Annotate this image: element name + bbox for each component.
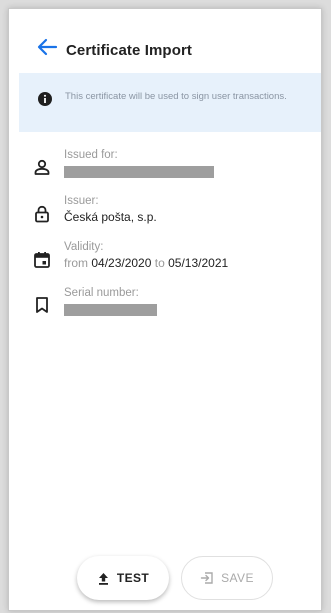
page-title: Certificate Import <box>66 42 192 59</box>
issuer-field: Issuer: Česká pošta, s.p. <box>9 195 323 235</box>
issuer-label: Issuer: <box>64 195 99 207</box>
info-icon <box>38 92 52 106</box>
serial-number-label: Serial number: <box>64 287 139 299</box>
validity-value: from 04/23/2020 to 05/13/2021 <box>64 256 228 270</box>
validity-label: Validity: <box>64 241 104 253</box>
validity-to-word: to <box>154 256 165 270</box>
serial-number-redacted-value <box>64 304 157 316</box>
calendar-icon <box>34 252 50 268</box>
info-text: This certificate will be used to sign us… <box>65 91 287 102</box>
person-icon <box>34 159 50 175</box>
app-bar: Certificate Import <box>9 9 323 69</box>
info-banner: This certificate will be used to sign us… <box>19 73 321 132</box>
upload-icon <box>98 572 108 585</box>
serial-number-field: Serial number: <box>9 287 323 327</box>
issued-for-label: Issued for: <box>64 149 118 161</box>
lock-icon <box>35 205 49 223</box>
test-button[interactable]: TEST <box>77 556 169 600</box>
login-icon <box>200 572 213 584</box>
validity-to-date: 05/13/2021 <box>168 256 229 270</box>
issuer-value: Česká pošta, s.p. <box>64 210 157 224</box>
app-screen: Certificate Import This certificate will… <box>8 8 322 611</box>
save-button-label: SAVE <box>221 571 254 585</box>
save-button[interactable]: SAVE <box>181 556 273 600</box>
validity-from-word: from <box>64 256 88 270</box>
issued-for-redacted-value <box>64 166 214 178</box>
validity-from-date: 04/23/2020 <box>91 256 152 270</box>
issued-for-field: Issued for: <box>9 149 323 189</box>
arrow-left-icon[interactable] <box>36 37 58 57</box>
test-button-label: TEST <box>116 571 150 585</box>
validity-field: Validity: from 04/23/2020 to 05/13/2021 <box>9 241 323 281</box>
bookmark-icon <box>36 297 48 313</box>
